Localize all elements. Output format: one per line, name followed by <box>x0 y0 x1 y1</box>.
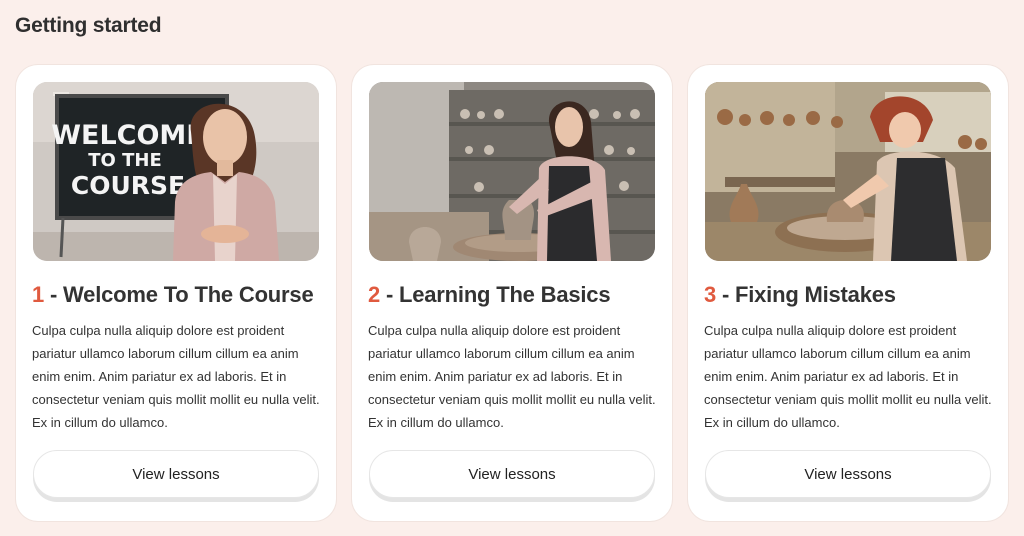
board-text-line3: COURSE <box>71 171 185 200</box>
view-lessons-button[interactable]: View lessons <box>369 450 655 498</box>
card-title: 1 - Welcome To The Course <box>32 282 314 308</box>
card-description: Culpa culpa nulla aliquip dolore est pro… <box>32 323 320 430</box>
course-thumbnail-welcome: WELCOME TO THE COURSE <box>33 82 319 261</box>
view-lessons-button[interactable]: View lessons <box>33 450 319 498</box>
lesson-number: 3 <box>704 282 717 307</box>
lesson-number: 1 <box>32 282 45 307</box>
course-card: WELCOME TO THE COURSE 1 - Welcome To The… <box>16 65 336 521</box>
course-card: 2 - Learning The Basics Culpa culpa null… <box>352 65 672 521</box>
card-title-text: - Learning The Basics <box>380 282 611 307</box>
card-title-text: - Welcome To The Course <box>44 282 314 307</box>
view-lessons-button[interactable]: View lessons <box>705 450 991 498</box>
card-title: 2 - Learning The Basics <box>368 282 611 308</box>
card-description: Culpa culpa nulla aliquip dolore est pro… <box>704 323 992 430</box>
lesson-number: 2 <box>368 282 381 307</box>
board-text-line2: TO THE <box>88 150 162 171</box>
course-thumbnail-mistakes <box>705 82 991 261</box>
card-title: 3 - Fixing Mistakes <box>704 282 896 308</box>
board-text-line1: WELCOME <box>51 120 205 151</box>
course-thumbnail-basics <box>369 82 655 261</box>
course-card: 3 - Fixing Mistakes Culpa culpa nulla al… <box>688 65 1008 521</box>
card-title-text: - Fixing Mistakes <box>716 282 896 307</box>
card-description: Culpa culpa nulla aliquip dolore est pro… <box>368 323 656 430</box>
page-title: Getting started <box>15 14 162 37</box>
